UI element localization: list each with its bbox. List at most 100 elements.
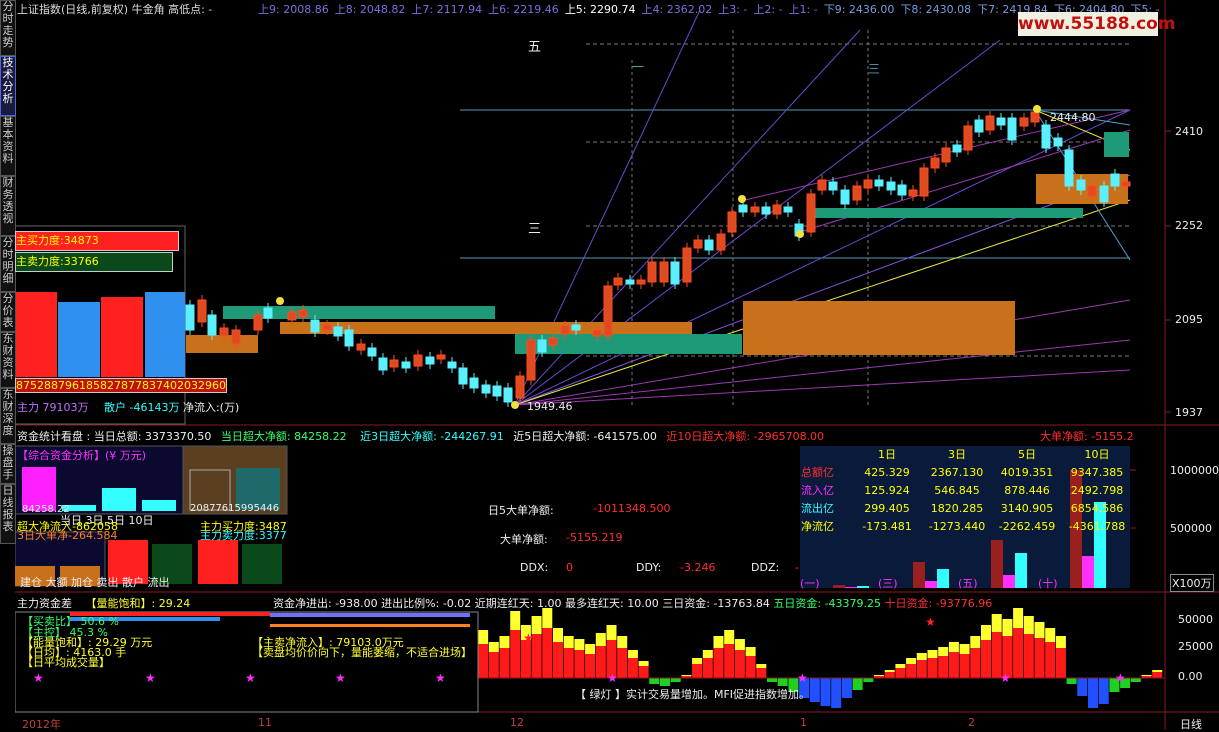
sidebar-tab-5[interactable]: 分价表 bbox=[0, 292, 16, 332]
sidebar-tab-8[interactable]: 操盘手 bbox=[0, 444, 16, 484]
flow-cell: 2492.798 bbox=[1070, 483, 1124, 497]
candle-body bbox=[1121, 181, 1131, 187]
hist-bar-cap bbox=[1045, 628, 1056, 642]
candle-body bbox=[1019, 117, 1029, 127]
hist-bar bbox=[692, 664, 703, 678]
max-red-days: 最多连红天: 10.00 bbox=[565, 597, 659, 610]
hist-bar bbox=[520, 640, 531, 678]
hist-bar-cap bbox=[638, 661, 649, 666]
candle-body bbox=[852, 185, 862, 201]
d10-fund: 十日资金: -93776.96 bbox=[884, 597, 993, 610]
sidebar-tab-4[interactable]: 分时明细 bbox=[0, 236, 16, 292]
hist-bar-cap bbox=[734, 639, 745, 650]
hist-bar-cap bbox=[1152, 670, 1163, 672]
candle-body bbox=[1110, 173, 1120, 187]
candle-body bbox=[693, 239, 703, 249]
fund-right3: 主力卖力度:3377 bbox=[200, 529, 287, 542]
sidebar-tab-6[interactable]: 东财资料 bbox=[0, 332, 16, 388]
flow-cell: -173.481 bbox=[862, 519, 912, 533]
hist-bar bbox=[906, 664, 917, 678]
hist-bar bbox=[1152, 672, 1163, 678]
candle-body bbox=[659, 261, 669, 283]
hist-y-25000: 25000 bbox=[1178, 640, 1213, 653]
d3-fund: 三日资金: -13763.84 bbox=[662, 597, 770, 610]
wave-label-1: 一 bbox=[632, 60, 645, 74]
x-label-12: 12 bbox=[510, 716, 524, 729]
strength-value: 85 bbox=[86, 379, 100, 392]
flow-bar-out bbox=[1015, 553, 1027, 588]
x-label-1: 1 bbox=[800, 716, 807, 729]
candle-body bbox=[783, 206, 793, 213]
hist-bar bbox=[959, 654, 970, 678]
sidebar-tab-7[interactable]: 东财深度 bbox=[0, 388, 16, 444]
flow-cell: 3140.905 bbox=[1000, 501, 1054, 515]
hist-bar bbox=[499, 648, 510, 678]
high-price-label: 2444.80 bbox=[1050, 111, 1096, 124]
candle-body bbox=[185, 304, 195, 331]
hist-bar-cap bbox=[574, 639, 585, 650]
flow-y-500000: 500000 bbox=[1170, 522, 1212, 535]
ddx-label: DDX: bbox=[520, 561, 549, 574]
flow-x-label: (十) bbox=[1038, 577, 1058, 590]
buy-strength-bar: 主买力度:34873 bbox=[15, 231, 179, 251]
flow-col-header: 10日 bbox=[1084, 448, 1110, 461]
flow-bar-in bbox=[925, 581, 937, 588]
candle-body bbox=[963, 125, 973, 151]
candle-body bbox=[930, 157, 940, 169]
hist-bar bbox=[852, 678, 863, 690]
candle-body bbox=[469, 377, 479, 389]
hist-bar bbox=[627, 658, 638, 678]
hist-bar-cap bbox=[1141, 675, 1152, 676]
ddy-label: DDY: bbox=[636, 561, 662, 574]
fund-stats-title: 资金统计看盘 : bbox=[17, 430, 91, 443]
level-item: 上1: - bbox=[788, 3, 818, 16]
hist-bar bbox=[724, 644, 735, 678]
hist-bar bbox=[1077, 678, 1088, 696]
candle-body bbox=[548, 337, 558, 346]
sidebar-tab-0[interactable]: 分时走势 bbox=[0, 0, 16, 56]
candle-body bbox=[1030, 111, 1040, 123]
sidebar-tab-2[interactable]: 基本资料 bbox=[0, 116, 16, 176]
strength-value: 78374 bbox=[135, 379, 170, 392]
sidebar-tab-1[interactable]: 技术分析 bbox=[0, 56, 16, 116]
candle-body bbox=[704, 239, 714, 251]
in-out-ratio: 进出比例%: -0.02 bbox=[381, 597, 472, 610]
star-marker: ★ bbox=[925, 615, 936, 629]
hist-bar bbox=[649, 678, 660, 684]
hist-bar-cap bbox=[553, 628, 563, 642]
candle-body bbox=[828, 181, 838, 191]
star-marker: ★ bbox=[523, 631, 534, 645]
hist-bar bbox=[970, 648, 981, 678]
sidebar-tab-9[interactable]: 日线报表 bbox=[0, 484, 16, 544]
sidebar-tab-3[interactable]: 财务透视 bbox=[0, 176, 16, 236]
flow-col-header: 3日 bbox=[948, 448, 966, 461]
candle-body bbox=[253, 314, 263, 331]
candle-body bbox=[738, 204, 748, 213]
big-net: 大单净额: -5155.2 bbox=[1040, 428, 1134, 444]
candle-body bbox=[571, 324, 581, 331]
candle-body bbox=[727, 211, 737, 233]
hist-bar-cap bbox=[874, 675, 884, 676]
hist-bar-cap bbox=[1023, 616, 1034, 634]
main-retail-line: 主力 79103万 散户 -46143万 净流入:(万) bbox=[17, 399, 239, 415]
hist-bar-cap bbox=[991, 614, 1002, 632]
hist-bar bbox=[478, 644, 489, 678]
flow-row-label: 流入亿 bbox=[801, 484, 834, 497]
flow-cell: 299.405 bbox=[864, 501, 910, 515]
strength-value: 87961 bbox=[51, 379, 86, 392]
watermark-logo: www.55188.com bbox=[1018, 12, 1176, 36]
bottom-stats-row2: 资金净进出: -938.00 进出比例%: -0.02 近期连红天: 1.00 … bbox=[273, 595, 992, 611]
hist-bar bbox=[938, 656, 949, 678]
hist-bar bbox=[617, 648, 628, 678]
flow-x-label: (一) bbox=[800, 577, 820, 590]
light-status: 【 绿灯 】实计交易量增加。MFI促进指数增加。 bbox=[575, 688, 811, 701]
star-marker: ★ bbox=[245, 671, 256, 685]
hist-bar bbox=[1066, 678, 1077, 684]
hist-bar bbox=[1013, 628, 1024, 678]
flow-bar-in bbox=[1003, 575, 1015, 588]
d5-big-value: -1011348.500 bbox=[593, 502, 671, 515]
strength-value: 32960 bbox=[191, 379, 226, 392]
fund-bottom: 建仓 大额 加仓 卖出 散户 流出 bbox=[20, 576, 170, 589]
hist-bar bbox=[981, 640, 991, 678]
candle-body bbox=[908, 189, 918, 197]
